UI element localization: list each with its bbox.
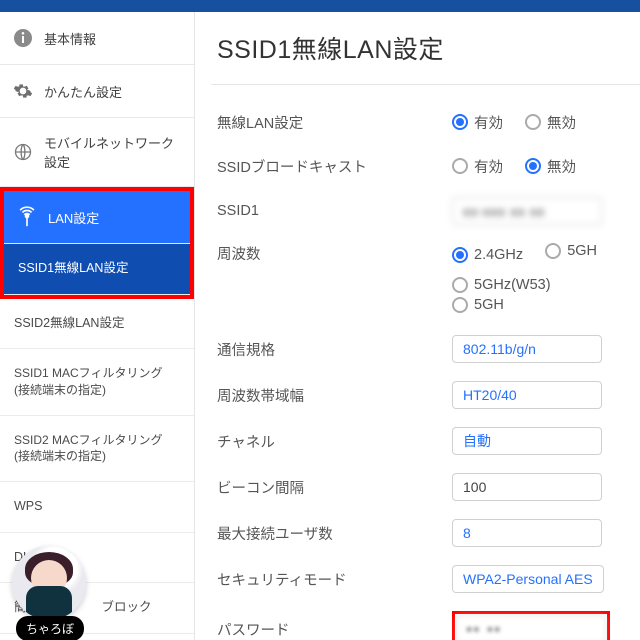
sidebar-item-label: SSID1 MACフィルタリング [14,366,162,380]
author-avatar: ちゃろぼ [12,546,104,640]
sidebar-sub-ssid2-mac-filter[interactable]: SSID2 MACフィルタリング (接続端末の指定) [0,416,194,483]
sidebar-item-label-sub: (接続端末の指定) [14,383,106,397]
radio-label: 無効 [547,156,576,177]
row-label: 周波数 [217,243,452,264]
row-label: 通信規格 [217,339,452,360]
info-icon [12,27,34,49]
sidebar-item-label: WPS [14,499,42,513]
row-max-users: 最大接続ユーザ数 8 [217,519,640,547]
sidebar-sub-ssid1-wlan[interactable]: SSID1無線LAN設定 [4,244,190,295]
row-label: SSID1 [217,203,452,219]
row-ssid-broadcast: SSIDブロードキャスト 有効 無効 [217,153,640,179]
sidebar-item-label: 基本情報 [44,29,96,48]
main-panel: SSID1無線LAN設定 無線LAN設定 有効 無効 SSIDブロードキャスト … [195,12,640,640]
radio-label: 有効 [474,112,503,133]
row-label: 周波数帯域幅 [217,385,452,406]
row-label: 無線LAN設定 [217,112,452,133]
row-wlan-enable: 無線LAN設定 有効 無効 [217,109,640,135]
radio-label: 5GH [474,297,504,313]
row-label: 最大接続ユーザ数 [217,523,452,544]
window-top-bar [0,0,640,12]
radio-label: 有効 [474,156,503,177]
row-ssid1-name: SSID1 xx-xxx xx xx [217,197,640,225]
sidebar-item-label: SSID2 MACフィルタリング [14,433,162,447]
beacon-input[interactable]: 100 [452,473,602,501]
radio-label: 5GH [567,243,597,259]
radio-broadcast-disable[interactable]: 無効 [525,156,576,177]
radio-wlan-enable[interactable]: 有効 [452,112,503,133]
row-standard: 通信規格 802.11b/g/n [217,335,640,363]
sidebar-sub-wps[interactable]: WPS [0,482,194,533]
page-title: SSID1無線LAN設定 [217,30,640,66]
radio-label: 5GHz(W53) [474,277,551,293]
row-label: SSIDブロードキャスト [217,156,452,177]
sidebar-sub-ssid1-mac-filter[interactable]: SSID1 MACフィルタリング (接続端末の指定) [0,349,194,416]
sidebar-item-lan[interactable]: LAN設定 [4,191,190,244]
gear-icon [12,80,34,102]
row-label: ビーコン間隔 [217,477,452,498]
sidebar-item-label: かんたん設定 [44,82,122,101]
sidebar-item-label: モバイルネットワーク設定 [44,133,182,171]
avatar-name-tag: ちゃろぼ [16,616,84,640]
row-label: チャネル [217,431,452,452]
password-input[interactable]: ▪▪ ▪▪ [456,615,606,640]
channel-select[interactable]: 自動 [452,427,602,455]
divider [211,84,640,85]
antenna-icon [16,206,38,228]
radio-freq-5ghz-a[interactable]: 5GH [545,243,597,259]
ssid1-input[interactable]: xx-xxx xx xx [452,197,602,225]
avatar-image [12,546,86,620]
row-channel: チャネル 自動 [217,427,640,455]
radio-freq-24ghz[interactable]: 2.4GHz [452,247,523,263]
radio-freq-5ghz-b[interactable]: 5GH [452,297,504,313]
password-highlight: ▪▪ ▪▪ [452,611,610,640]
standard-select[interactable]: 802.11b/g/n [452,335,602,363]
security-select[interactable]: WPA2-Personal AES [452,565,604,593]
radio-label: 無効 [547,112,576,133]
radio-label: 2.4GHz [474,247,523,263]
row-label: パスワード [217,619,452,640]
sidebar-highlight-lan: LAN設定 SSID1無線LAN設定 [0,187,194,299]
sidebar-item-label-sub: (接続端末の指定) [14,449,106,463]
row-security-mode: セキュリティモード WPA2-Personal AES [217,565,640,593]
globe-icon [12,141,34,163]
sidebar-item-mobile-network[interactable]: モバイルネットワーク設定 [0,118,194,187]
row-frequency: 周波数 2.4GHz 5GH 5GHz(W53) 5GH [217,243,640,317]
radio-freq-5ghz-w53[interactable]: 5GHz(W53) [452,277,551,293]
row-label: セキュリティモード [217,569,452,590]
sidebar-item-label: SSID2無線LAN設定 [14,316,124,330]
row-beacon: ビーコン間隔 100 [217,473,640,501]
row-bandwidth: 周波数帯域幅 HT20/40 [217,381,640,409]
sidebar-item-basic-info[interactable]: 基本情報 [0,12,194,65]
sidebar-item-label: LAN設定 [48,208,99,227]
sidebar-item-label: SSID1無線LAN設定 [18,261,128,275]
radio-wlan-disable[interactable]: 無効 [525,112,576,133]
row-password: パスワード ▪▪ ▪▪ [217,611,640,640]
sidebar-item-easy-setup[interactable]: かんたん設定 [0,65,194,118]
sidebar-sub-ssid2-wlan[interactable]: SSID2無線LAN設定 [0,299,194,350]
bandwidth-select[interactable]: HT20/40 [452,381,602,409]
radio-broadcast-enable[interactable]: 有効 [452,156,503,177]
max-users-select[interactable]: 8 [452,519,602,547]
